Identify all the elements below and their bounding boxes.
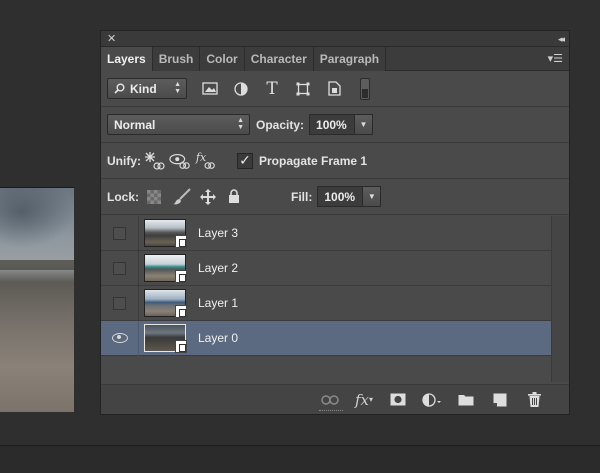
smart-object-badge-icon <box>175 235 187 248</box>
blend-row: Normal ▲ ▼ Opacity: 100% ▼ <box>101 107 569 143</box>
fill-input[interactable]: 100% <box>317 186 364 207</box>
unify-label: Unify: <box>107 153 141 168</box>
fx-label: fx <box>354 390 369 409</box>
layer-row-2[interactable]: Layer 2 <box>101 250 551 286</box>
new-layer-icon[interactable] <box>483 389 517 411</box>
check-icon: ✓ <box>239 152 251 168</box>
mask-icon[interactable] <box>381 389 415 411</box>
unify-row: Unify: fx ✓ Propagate Frame 1 <box>101 143 569 179</box>
shape-filter-icon[interactable] <box>292 78 314 100</box>
kind-dropdown[interactable]: Kind ▲ ▼ <box>107 78 187 99</box>
lock-row: Lock: Fill: 100% ▼ <box>101 179 569 215</box>
tab-layers[interactable]: Layers <box>101 47 153 71</box>
opacity-label: Opacity: <box>256 117 305 132</box>
chevron-updown-icon: ▲ ▼ <box>174 81 181 95</box>
panel-titlebar: ✕ ◂◂ <box>101 31 569 47</box>
tab-brush[interactable]: Brush <box>152 47 201 71</box>
smart-object-filter-icon[interactable] <box>323 78 345 100</box>
eye-icon <box>111 333 128 343</box>
unify-style-icon[interactable]: fx <box>195 150 217 172</box>
kind-label: Kind <box>130 81 157 96</box>
smart-object-badge-icon <box>175 305 187 318</box>
visibility-toggle[interactable] <box>101 250 139 286</box>
panel-tabs: Layers Brush Color Character Paragraph ▾… <box>101 47 569 71</box>
layers-list: Layer 3 Layer 2 Layer 1 Layer 0 <box>101 215 551 382</box>
visibility-toggle[interactable] <box>101 215 139 251</box>
visibility-off-box <box>113 261 126 275</box>
smart-object-badge-icon <box>175 270 187 283</box>
layers-footer: fx ▾ <box>101 384 569 414</box>
unify-position-icon[interactable] <box>143 150 165 172</box>
type-filter-icon[interactable]: T <box>261 78 283 100</box>
trash-icon[interactable] <box>517 389 551 411</box>
status-bar <box>0 445 600 473</box>
layers-panel: ✕ ◂◂ Layers Brush Color Character Paragr… <box>100 30 570 415</box>
layer-thumbnail <box>144 289 187 318</box>
collapse-icon[interactable]: ◂◂ <box>558 31 565 47</box>
layer-name: Layer 0 <box>198 331 239 345</box>
smart-object-badge-icon <box>175 340 187 353</box>
layer-name: Layer 3 <box>198 226 239 240</box>
panel-menu-icon[interactable]: ▾☰ <box>548 47 563 71</box>
visibility-off-box <box>113 226 126 240</box>
document-canvas <box>0 187 74 412</box>
adjustment-filter-icon[interactable] <box>230 78 252 100</box>
tab-paragraph[interactable]: Paragraph <box>313 47 387 71</box>
layer-thumbnail <box>144 324 187 353</box>
fill-label: Fill: <box>291 189 313 204</box>
fill-slider-button[interactable]: ▼ <box>363 186 382 207</box>
layer-thumbnail <box>144 254 187 283</box>
search-icon <box>114 83 125 94</box>
opacity-input[interactable]: 100% <box>309 114 356 135</box>
adjustment-layer-icon[interactable] <box>415 389 449 411</box>
propagate-label: Propagate Frame 1 <box>259 153 368 168</box>
blend-mode-dropdown[interactable]: Normal ▲ ▼ <box>107 114 250 135</box>
layer-row-1[interactable]: Layer 1 <box>101 285 551 321</box>
visibility-off-box <box>113 296 126 310</box>
lock-pixels-brush-icon[interactable] <box>171 186 193 208</box>
lock-position-icon[interactable] <box>197 186 219 208</box>
opacity-slider-button[interactable]: ▼ <box>355 114 374 135</box>
filter-toggle-icon[interactable] <box>354 77 376 100</box>
layers-scrollbar[interactable] <box>551 216 569 382</box>
filter-row: Kind ▲ ▼ T <box>101 71 569 107</box>
tab-character[interactable]: Character <box>244 47 314 71</box>
chevron-updown-icon: ▲ ▼ <box>237 117 244 131</box>
layer-row-0[interactable]: Layer 0 <box>101 320 551 356</box>
link-icon[interactable] <box>313 389 347 411</box>
lock-all-icon[interactable] <box>223 186 245 208</box>
visibility-toggle[interactable] <box>101 285 139 321</box>
layer-name: Layer 1 <box>198 296 239 310</box>
fx-icon[interactable]: fx ▾ <box>347 389 381 411</box>
lock-label: Lock: <box>107 189 140 204</box>
visibility-toggle[interactable] <box>101 320 139 356</box>
svg-text:fx: fx <box>195 151 207 164</box>
unify-visibility-icon[interactable] <box>169 150 191 172</box>
folder-icon[interactable] <box>449 389 483 411</box>
blend-mode-value: Normal <box>114 117 156 132</box>
image-filter-icon[interactable] <box>199 78 221 100</box>
close-icon[interactable]: ✕ <box>107 31 116 47</box>
layer-name: Layer 2 <box>198 261 239 275</box>
lock-transparency-icon[interactable] <box>143 186 165 208</box>
resize-grip[interactable] <box>319 410 343 414</box>
tab-color[interactable]: Color <box>200 47 245 71</box>
layer-thumbnail <box>144 219 187 248</box>
propagate-checkbox[interactable]: ✓ <box>237 152 253 169</box>
layer-row-3[interactable]: Layer 3 <box>101 215 551 251</box>
